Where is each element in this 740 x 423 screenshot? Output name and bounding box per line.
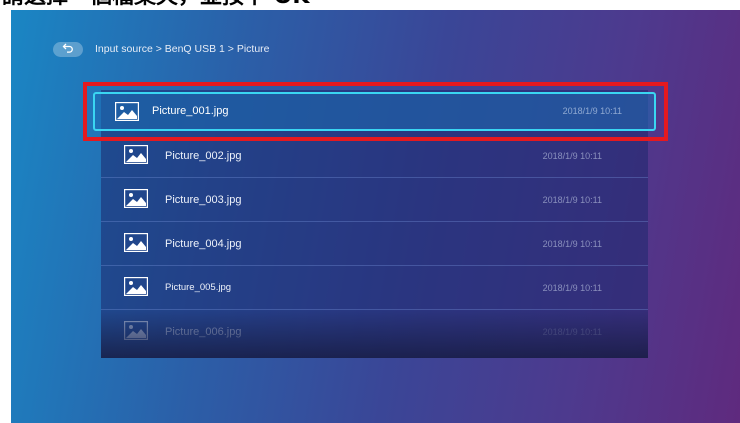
file-row-picture-004[interactable]: Picture_004.jpg 2018/1/9 10:11 [101,222,648,266]
file-row-picture-006[interactable]: Picture_006.jpg 2018/1/9 10:11 [101,310,648,354]
image-file-icon [123,188,149,209]
breadcrumb-path: Input source > BenQ USB 1 > Picture [95,43,270,55]
file-name: Picture_001.jpg [152,105,229,117]
file-name: Picture_003.jpg [165,194,242,206]
file-name: Picture_004.jpg [165,238,242,250]
image-file-icon [123,320,149,341]
image-file-icon [123,276,149,297]
file-date: 2018/1/9 10:11 [542,283,602,293]
back-button[interactable] [53,40,83,58]
file-date: 2018/1/9 10:11 [542,195,602,205]
highlight-frame: Picture_001.jpg 2018/1/9 10:11 [83,82,668,141]
file-row-picture-005[interactable]: Picture_005.jpg 2018/1/9 10:11 [101,266,648,310]
image-file-icon [123,144,149,165]
page: 請選擇一個檔案夾，並按下 OK Input source > BenQ USB … [0,0,740,423]
file-name: Picture_005.jpg [165,282,232,293]
projector-screen: Input source > BenQ USB 1 > Picture Pict… [11,10,740,423]
image-file-icon [123,232,149,253]
file-date: 2018/1/9 10:11 [542,327,602,337]
file-name: Picture_006.jpg [165,326,242,338]
instruction-caption-text: 請選擇一個檔案夾，並按下 OK [2,0,309,8]
instruction-caption: 請選擇一個檔案夾，並按下 OK [0,0,740,10]
breadcrumb: Input source > BenQ USB 1 > Picture [53,40,270,58]
image-file-icon [114,101,140,122]
file-date: 2018/1/9 10:11 [562,106,622,116]
file-row-picture-003[interactable]: Picture_003.jpg 2018/1/9 10:11 [101,178,648,222]
file-row-picture-001[interactable]: Picture_001.jpg 2018/1/9 10:11 [93,92,656,131]
back-arrow-icon [62,40,74,58]
file-date: 2018/1/9 10:11 [542,239,602,249]
